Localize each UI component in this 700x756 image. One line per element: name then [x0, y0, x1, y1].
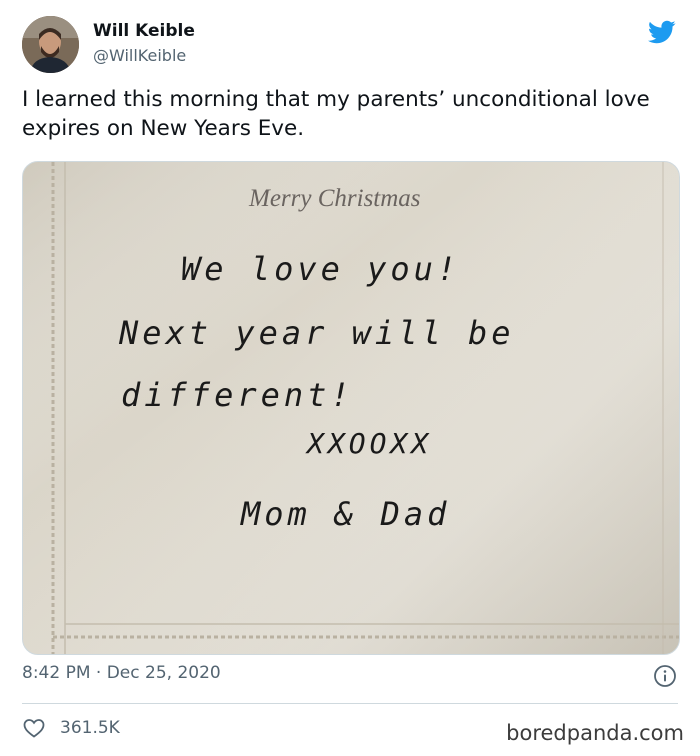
card-printed-heading: Merry Christmas [249, 185, 421, 212]
like-button[interactable]: 361.5K [22, 715, 120, 741]
tweet-text: I learned this morning that my parents’ … [22, 87, 650, 141]
info-icon[interactable] [653, 664, 677, 688]
handwritten-signature: Mom & Dad [241, 495, 451, 533]
tweet-timestamp[interactable]: 8:42 PM · Dec 25, 2020 [22, 663, 221, 683]
heart-icon [23, 719, 45, 738]
watermark: boredpanda.com [506, 721, 684, 745]
author-name[interactable]: Will Keible [93, 21, 195, 41]
avatar[interactable] [22, 16, 79, 73]
tweet-photo[interactable]: Merry Christmas We love you! Next year w… [22, 161, 680, 655]
user-avatar-photo [22, 16, 79, 73]
handwritten-line: We love you! [181, 250, 461, 288]
divider [22, 703, 678, 704]
handwritten-line: Next year will be [119, 314, 515, 352]
handwritten-line: different! [121, 376, 354, 414]
handwritten-line: XXOOXX [307, 427, 433, 460]
tweet-header: Will Keible @WillKeible [22, 16, 682, 76]
like-count: 361.5K [60, 718, 120, 738]
twitter-bird-icon[interactable] [646, 18, 678, 46]
author-handle[interactable]: @WillKeible [93, 46, 186, 65]
